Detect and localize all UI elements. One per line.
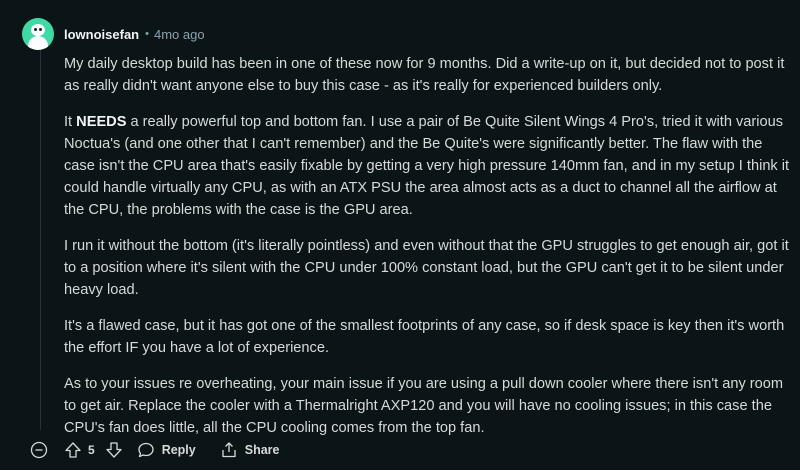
share-arrow-icon xyxy=(222,442,236,458)
username[interactable]: lownoisefan xyxy=(64,27,139,42)
share-button[interactable]: Share xyxy=(220,441,280,459)
comment: lownoisefan • 4mo ago My daily desktop b… xyxy=(0,0,800,470)
avatar-eye-right xyxy=(39,28,42,31)
vote-score: 5 xyxy=(88,443,95,457)
paragraph-1: My daily desktop build has been in one o… xyxy=(64,56,785,94)
minus-circle-icon xyxy=(30,441,48,459)
comment-time[interactable]: 4mo ago xyxy=(154,27,205,42)
upvote-arrow-icon xyxy=(65,442,81,458)
paragraph-3: I run it without the bottom (it's litera… xyxy=(64,238,789,298)
comment-header: lownoisefan • 4mo ago xyxy=(22,18,205,50)
downvote-arrow-icon xyxy=(106,442,122,458)
upvote-button[interactable] xyxy=(64,441,82,459)
paragraph-5: As to your issues re overheating, your m… xyxy=(64,376,784,436)
downvote-button[interactable] xyxy=(105,441,123,459)
comment-body: My daily desktop build has been in one o… xyxy=(64,53,794,453)
paragraph-4: It's a flawed case, but it has got one o… xyxy=(64,318,785,356)
paragraph-2-rest: a really powerful top and bottom fan. I … xyxy=(64,114,790,218)
reply-button[interactable]: Reply xyxy=(137,441,196,459)
paragraph-2-bold: NEEDS xyxy=(76,114,127,130)
thread-line[interactable] xyxy=(40,50,41,430)
reply-label: Reply xyxy=(161,443,196,457)
avatar-body xyxy=(28,36,48,50)
collapse-button[interactable] xyxy=(30,441,48,459)
speech-bubble-icon xyxy=(138,442,154,458)
avatar[interactable] xyxy=(22,18,54,50)
paragraph-2: It NEEDS a really powerful top and botto… xyxy=(64,111,794,221)
avatar-eye-left xyxy=(34,28,37,31)
comment-actions: 5 Reply Share xyxy=(30,438,279,462)
paragraph-2-start: It xyxy=(64,114,77,130)
vote-controls: 5 xyxy=(64,441,123,459)
share-label: Share xyxy=(244,443,280,457)
meta-separator: • xyxy=(145,28,149,40)
